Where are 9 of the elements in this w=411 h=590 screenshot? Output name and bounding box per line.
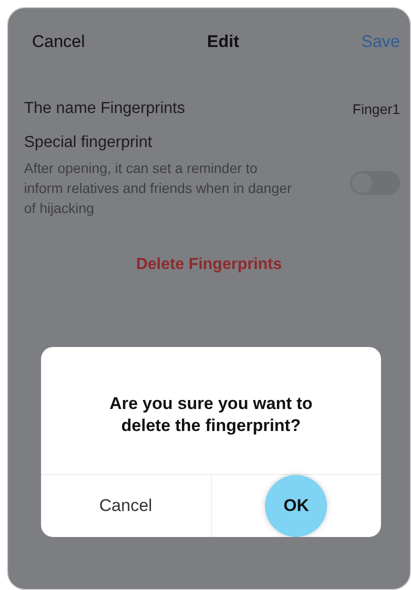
cancel-link[interactable]: Cancel (32, 32, 85, 52)
page-title: Edit (207, 32, 240, 52)
dialog-message: Are you sure you want to delete the fingerprint? (108, 392, 314, 437)
name-label: The name Fingerprints (24, 100, 185, 118)
special-description: After opening, it can set a reminder to inform relatives and friends when in danger of hijacking (24, 159, 293, 218)
special-label: Special fingerprint (24, 134, 152, 152)
name-value: Finger1 (352, 101, 400, 117)
ok-button[interactable]: OK (210, 475, 381, 537)
cancel-button[interactable]: Cancel (41, 475, 210, 537)
